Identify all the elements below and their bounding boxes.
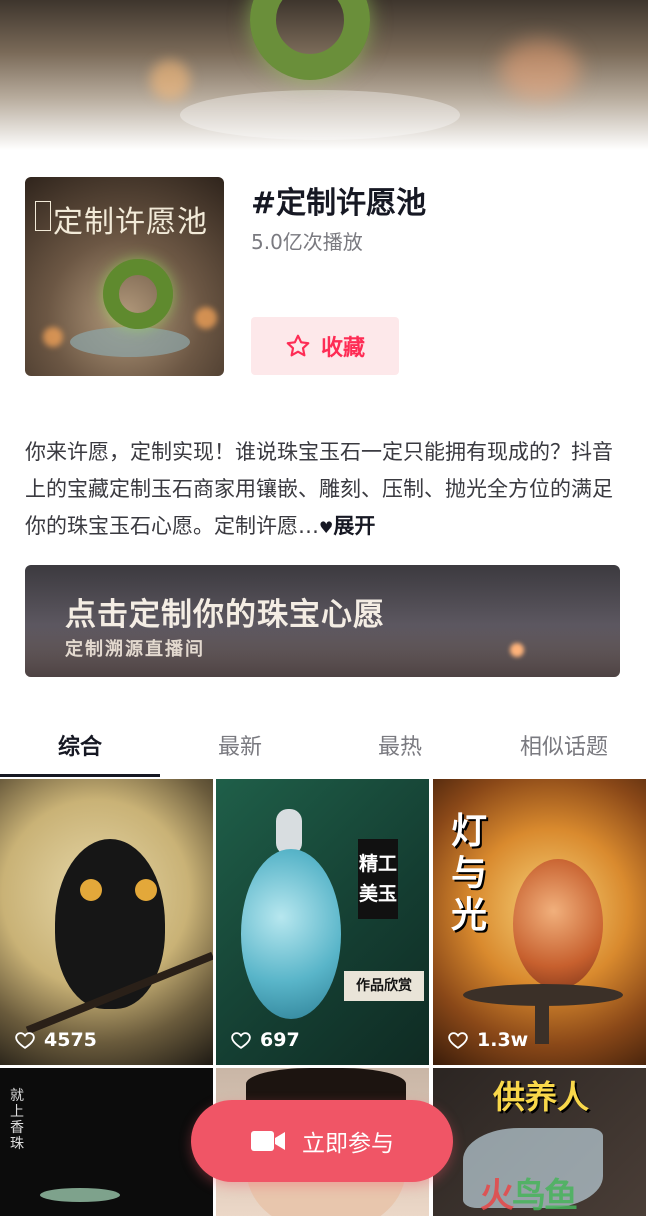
heart-icon <box>448 1032 468 1049</box>
vertical-headline: 灯与光 <box>451 811 488 936</box>
lamp-stem <box>535 1004 549 1044</box>
expand-arrow-icon: ♥ <box>319 518 334 537</box>
topic-tabs: 综合 最新 最热 相似话题 <box>0 715 648 777</box>
topic-title: #定制许愿池 <box>251 186 427 221</box>
video-card[interactable]: 灯与光 1.3w <box>433 779 646 1065</box>
vertical-label: 精工美玉 <box>358 839 398 919</box>
agate-stone <box>513 859 603 989</box>
hero-light <box>150 60 190 100</box>
join-button[interactable]: 立即参与 <box>191 1100 453 1182</box>
work-tag: 作品欣赏 <box>344 971 424 1001</box>
banner-sun <box>510 643 524 657</box>
lamp-bowl <box>463 984 623 1006</box>
owl-eye <box>80 879 102 901</box>
calligraphy-text: 就上香珠 <box>10 1088 24 1152</box>
favorite-label: 收藏 <box>320 336 365 361</box>
like-count-value: 4575 <box>44 1029 97 1051</box>
promo-banner[interactable]: 点击定制你的珠宝心愿 定制溯源直播间 <box>25 565 620 677</box>
topic-play-count: 5.0亿次播放 <box>251 230 363 254</box>
star-icon <box>286 334 310 357</box>
video-card[interactable]: 精工美玉 作品欣赏 697 <box>216 779 429 1065</box>
watermark-char: 火 <box>480 1176 514 1216</box>
cover-base <box>70 327 190 357</box>
tab-comprehensive[interactable]: 综合 <box>0 715 160 777</box>
like-count-value: 1.3w <box>477 1029 529 1051</box>
jade-pendant <box>241 849 341 1019</box>
like-count: 4575 <box>14 1029 97 1051</box>
video-headline: 供养人 <box>493 1078 590 1116</box>
owl-eye <box>135 879 157 901</box>
cover-jade-logo <box>103 259 173 329</box>
like-count: 697 <box>230 1029 300 1051</box>
heart-icon <box>15 1032 35 1049</box>
cover-light <box>195 307 217 329</box>
banner-subtitle: 定制溯源直播间 <box>65 639 205 660</box>
expand-button[interactable]: 展开 <box>333 514 375 538</box>
cover-title: 定制许愿池 <box>53 205 208 240</box>
video-card[interactable]: 4575 <box>0 779 213 1065</box>
tab-hottest[interactable]: 最热 <box>320 715 480 777</box>
cover-light <box>43 327 63 347</box>
like-count-value: 697 <box>260 1029 300 1051</box>
banner-title: 点击定制你的珠宝心愿 <box>65 597 385 633</box>
hero-background <box>0 0 648 150</box>
video-camera-icon <box>251 1131 285 1151</box>
favorite-button[interactable]: 收藏 <box>251 317 399 375</box>
site-watermark: 火鸟鱼 <box>480 1168 578 1216</box>
hero-light <box>500 40 580 100</box>
topic-cover-image: 定制许愿池 <box>25 177 224 376</box>
like-count: 1.3w <box>447 1029 528 1051</box>
topic-description: 你来许愿，定制实现！谁说珠宝玉石一定只能拥有现成的？抖音上的宝藏定制玉石商家用镶… <box>25 434 625 546</box>
tab-latest[interactable]: 最新 <box>160 715 320 777</box>
hero-plate <box>180 90 460 140</box>
heart-icon <box>231 1032 251 1049</box>
join-label: 立即参与 <box>302 1131 394 1157</box>
hero-jade-logo <box>250 0 370 80</box>
video-card[interactable]: 就上香珠 <box>0 1068 213 1216</box>
jade-piece <box>40 1188 120 1202</box>
watermark-char: 鸟 <box>512 1176 546 1216</box>
tab-similar-topics[interactable]: 相似话题 <box>480 715 648 777</box>
cover-seal <box>35 201 51 231</box>
watermark-char: 鱼 <box>544 1176 578 1216</box>
